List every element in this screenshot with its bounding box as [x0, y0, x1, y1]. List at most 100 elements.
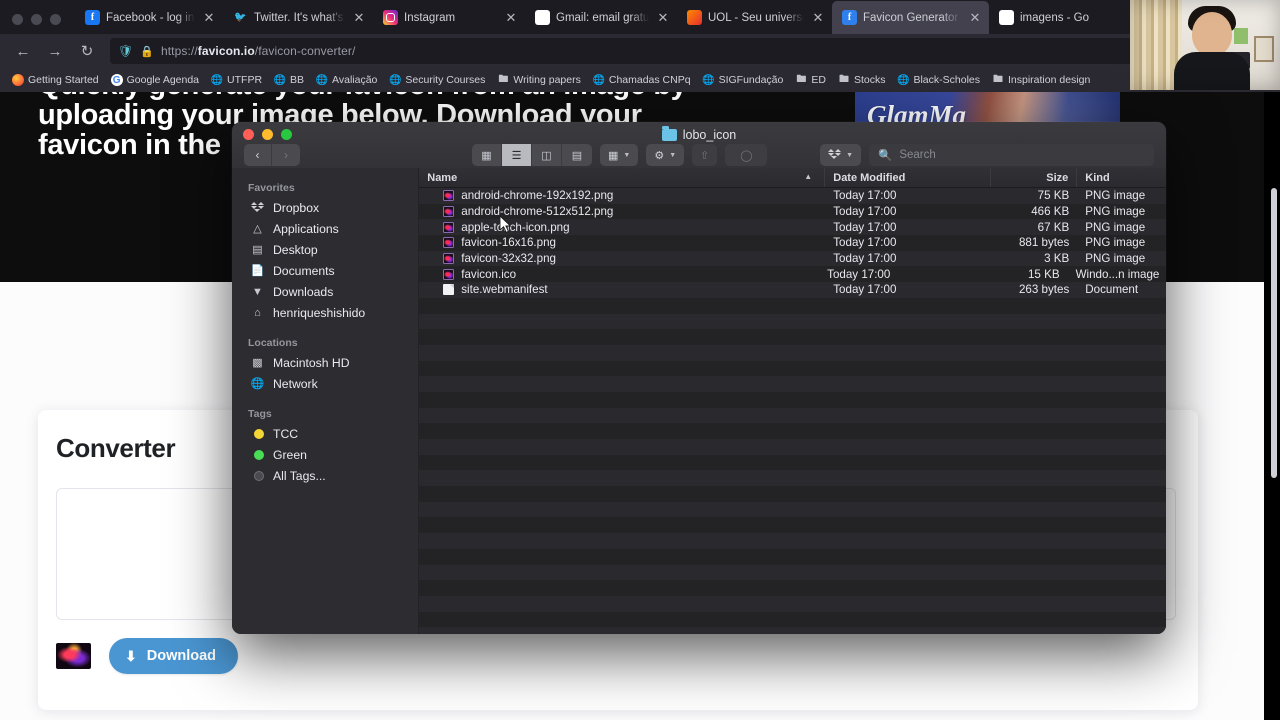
column-view-button[interactable]: ◫ — [532, 144, 562, 166]
globe-icon: 🌐 — [897, 74, 910, 86]
lock-icon[interactable]: 🔒 — [140, 45, 154, 58]
sidebar-item-macintosh-hd[interactable]: ▩ Macintosh HD — [232, 352, 418, 373]
file-kind: PNG image — [1085, 220, 1146, 234]
table-row[interactable]: favicon-16x16.png Today 17:00 881 bytes … — [419, 235, 1166, 251]
tags-button[interactable]: ◯ — [725, 144, 768, 166]
bookmark-google-agenda[interactable]: G Google Agenda — [105, 70, 205, 90]
sidebar-item-label: All Tags... — [273, 468, 326, 483]
bookmark-inspiration-design[interactable]: 🖿 Inspiration design — [986, 70, 1096, 90]
sidebar-item-network[interactable]: 🌐 Network — [232, 373, 418, 394]
webcam-vignette — [1130, 0, 1280, 90]
search-input[interactable]: 🔍 Search — [869, 144, 1154, 166]
file-size: 881 bytes — [1018, 236, 1070, 250]
bookmark-bb[interactable]: 🌐 BB — [268, 70, 310, 90]
tab-uol[interactable]: UOL - Seu universo onl ✕ — [677, 1, 832, 34]
finder-sidebar: Favorites Dropbox △ Applications ▤ Deskt… — [232, 168, 420, 634]
tab-google-images[interactable]: G imagens - Go — [989, 1, 1129, 34]
table-row[interactable]: site.webmanifest Today 17:00 263 bytes D… — [419, 282, 1166, 298]
column-header-kind[interactable]: Kind — [1077, 168, 1166, 187]
zoom-button[interactable] — [50, 14, 61, 25]
table-row[interactable]: apple-touch-icon.png Today 17:00 67 KB P… — [419, 219, 1166, 236]
bookmark-getting-started[interactable]: Getting Started — [6, 70, 105, 90]
sidebar-item-dropbox[interactable]: Dropbox — [232, 197, 418, 218]
finder-body: Favorites Dropbox △ Applications ▤ Deskt… — [232, 168, 1166, 634]
sidebar-item-home[interactable]: ⌂ henriqueshishido — [232, 302, 418, 323]
table-row[interactable]: android-chrome-192x192.png Today 17:00 7… — [419, 188, 1166, 204]
share-button[interactable]: ⇧ — [692, 144, 718, 166]
sidebar-item-tag-green[interactable]: Green — [232, 444, 418, 465]
folder-icon — [661, 126, 677, 141]
finder-forward-button[interactable]: › — [272, 144, 300, 166]
twitter-icon: 🐦 — [234, 12, 247, 23]
sidebar-item-all-tags[interactable]: All Tags... — [232, 465, 418, 486]
back-arrow-icon[interactable]: ← — [8, 38, 38, 64]
tab-favicon-generator[interactable]: f Favicon Generator - Im ✕ — [832, 1, 989, 34]
bookmark-security-courses[interactable]: 🌐 Security Courses — [383, 70, 491, 90]
close-icon[interactable]: ✕ — [201, 10, 217, 26]
icon-view-button[interactable]: ▦ — [472, 144, 502, 166]
bookmark-chamadas-cnpq[interactable]: 🌐 Chamadas CNPq — [587, 70, 697, 90]
bookmark-avaliacao[interactable]: 🌐 Avaliação — [310, 70, 383, 90]
page-scrollbar-thumb[interactable] — [1271, 188, 1277, 478]
reload-icon[interactable]: ↻ — [72, 38, 102, 64]
tab-gmail[interactable]: M Gmail: email gratuito, p ✕ — [525, 1, 677, 34]
sidebar-item-applications[interactable]: △ Applications — [232, 218, 418, 239]
harddisk-icon: ▩ — [252, 357, 263, 369]
action-menu-button[interactable]: ⚙ ▼ — [646, 144, 685, 166]
globe-icon: 🌐 — [210, 74, 224, 86]
column-header-size-label: Size — [1046, 171, 1069, 184]
bookmark-stocks[interactable]: 🖿 Stocks — [832, 70, 892, 90]
bookmark-utfpr[interactable]: 🌐 UTFPR — [205, 70, 268, 90]
column-header-date[interactable]: Date Modified — [825, 168, 992, 187]
finder-titlebar[interactable]: lobo_icon ‹ › ▦ ☰ ◫ ▤ ▦ ▼ ⚙ ▼ ⇧ ◯ ▼ 🔍 Se… — [232, 122, 1166, 168]
close-icon[interactable]: ✕ — [351, 10, 367, 26]
column-header-name[interactable]: Name — [419, 168, 826, 187]
file-date: Today 17:00 — [833, 283, 897, 297]
forward-arrow-icon[interactable]: → — [40, 38, 70, 64]
gallery-view-button[interactable]: ▤ — [562, 144, 592, 166]
bookmark-sigfundacao[interactable]: 🌐 SIGFundação — [697, 70, 790, 90]
file-name: android-chrome-512x512.png — [461, 205, 614, 219]
finder-window[interactable]: lobo_icon ‹ › ▦ ☰ ◫ ▤ ▦ ▼ ⚙ ▼ ⇧ ◯ ▼ 🔍 Se… — [232, 122, 1166, 634]
folder-icon: 🖿 — [796, 73, 807, 85]
sidebar-item-documents[interactable]: 📄 Documents — [232, 260, 418, 281]
page-scrollbar[interactable] — [1270, 188, 1278, 720]
sidebar-item-downloads[interactable]: ▼ Downloads — [232, 281, 418, 302]
bookmark-label: Stocks — [853, 74, 886, 86]
sidebar-item-desktop[interactable]: ▤ Desktop — [232, 239, 418, 260]
bookmark-black-scholes[interactable]: 🌐 Black-Scholes — [891, 70, 986, 90]
close-icon[interactable]: ✕ — [503, 10, 519, 26]
url-text: https://favicon.io/favicon-converter/ — [161, 44, 355, 58]
shield-icon[interactable]: 🛡 — [118, 44, 133, 58]
tab-instagram[interactable]: Instagram ✕ — [373, 1, 525, 34]
list-view-button[interactable]: ☰ — [502, 144, 532, 166]
dropbox-menu-button[interactable]: ▼ — [820, 144, 861, 166]
tab-facebook[interactable]: f Facebook - log in or sig ✕ — [75, 1, 223, 34]
minimize-button[interactable] — [31, 14, 42, 25]
bookmark-ed[interactable]: 🖿 ED — [789, 70, 832, 90]
sidebar-item-label: Network — [273, 376, 318, 391]
table-row[interactable]: favicon-32x32.png Today 17:00 3 KB PNG i… — [419, 250, 1166, 267]
dropbox-icon — [250, 200, 265, 215]
file-name-cell: android-chrome-192x192.png — [419, 189, 825, 202]
group-by-button[interactable]: ▦ ▼ — [600, 144, 639, 166]
finder-back-button[interactable]: ‹ — [244, 144, 272, 166]
download-button[interactable]: ⬇ Download — [109, 638, 239, 674]
close-icon[interactable]: ✕ — [967, 10, 983, 26]
table-row[interactable]: android-chrome-512x512.png Today 17:00 4… — [419, 203, 1166, 220]
close-button[interactable] — [12, 14, 23, 25]
tab-label: Gmail: email gratuito, p — [556, 11, 649, 24]
bookmark-writing-papers[interactable]: 🖿 Writing papers — [491, 70, 587, 90]
close-icon[interactable]: ✕ — [655, 10, 671, 26]
facebook-icon: f — [85, 10, 100, 25]
favicon-thumbnail — [56, 643, 91, 669]
view-mode-segmented-control[interactable]: ▦ ☰ ◫ ▤ — [472, 144, 592, 166]
table-row[interactable]: favicon.ico Today 17:00 15 KB Windo...n … — [419, 266, 1166, 283]
sidebar-item-tag-tcc[interactable]: TCC — [232, 423, 418, 444]
url-bar[interactable]: 🛡 🔒 https://favicon.io/favicon-converter… — [110, 38, 1198, 64]
column-header-size[interactable]: Size — [991, 168, 1078, 187]
webcam-overlay[interactable] — [1130, 0, 1280, 90]
bookmark-label: Chamadas CNPq — [608, 74, 691, 86]
close-icon[interactable]: ✕ — [810, 10, 826, 26]
tab-twitter[interactable]: 🐦 Twitter. It's what's happ ✕ — [223, 1, 373, 34]
